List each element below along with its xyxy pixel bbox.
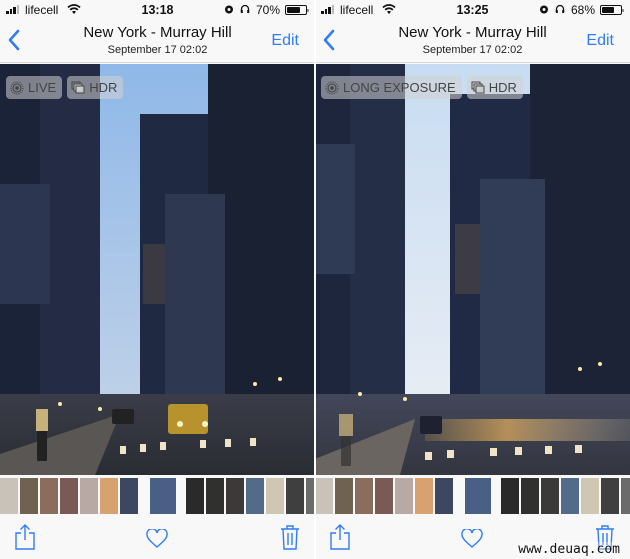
status-bar: lifecell 13:18 70% — [0, 0, 315, 20]
thumbnail-filmstrip[interactable] — [0, 475, 315, 515]
navigation-bar: New York - Murray Hill September 17 02:0… — [315, 20, 630, 63]
long-exposure-badge[interactable]: LONG EXPOSURE — [321, 76, 462, 99]
hdr-icon — [71, 81, 85, 93]
status-bar: lifecell 13:25 68% — [315, 0, 630, 20]
heart-icon[interactable] — [146, 529, 168, 549]
long-exposure-icon — [325, 81, 339, 94]
hdr-badge-label: HDR — [89, 80, 118, 95]
thumbnail[interactable] — [60, 478, 78, 514]
edit-button[interactable]: Edit — [271, 32, 299, 50]
photo-badges: LONG EXPOSURE HDR — [321, 76, 523, 99]
thumbnail[interactable] — [226, 478, 244, 514]
live-badge-label: LIVE — [28, 80, 57, 95]
thumbnail[interactable] — [186, 478, 204, 514]
thumbnail[interactable] — [621, 478, 630, 514]
photo-image[interactable] — [315, 64, 630, 475]
heart-icon[interactable] — [461, 529, 483, 549]
thumbnail[interactable] — [541, 478, 559, 514]
thumbnail[interactable] — [581, 478, 599, 514]
thumbnail[interactable] — [0, 478, 18, 514]
photo-badges: LIVE HDR — [6, 76, 124, 99]
edit-button[interactable]: Edit — [586, 32, 614, 50]
hdr-badge: HDR — [67, 76, 124, 99]
battery-icon — [285, 5, 309, 15]
thumbnail[interactable] — [246, 478, 264, 514]
hdr-badge-label: HDR — [488, 80, 517, 95]
photo-location-title: New York - Murray Hill — [83, 24, 232, 41]
thumbnail[interactable] — [20, 478, 38, 514]
thumbnail[interactable] — [315, 478, 333, 514]
alarm-icon — [540, 5, 548, 14]
alarm-icon — [225, 5, 233, 14]
live-badge[interactable]: LIVE — [6, 76, 63, 99]
hdr-icon — [471, 81, 485, 93]
long-exposure-badge-label: LONG EXPOSURE — [343, 80, 456, 95]
bottom-toolbar — [0, 515, 315, 559]
thumbnail-filmstrip[interactable] — [315, 475, 630, 515]
headphones-icon — [240, 4, 250, 13]
photo-date-subtitle: September 17 02:02 — [107, 44, 208, 56]
current-thumbnail[interactable] — [465, 478, 491, 514]
thumbnail[interactable] — [80, 478, 98, 514]
thumbnail[interactable] — [286, 478, 304, 514]
thumbnail[interactable] — [501, 478, 519, 514]
screenshot-divider — [314, 0, 316, 559]
photo-date-subtitle: September 17 02:02 — [422, 44, 523, 56]
thumbnail[interactable] — [435, 478, 453, 514]
battery-percent: 70% — [256, 3, 281, 17]
thumbnail[interactable] — [206, 478, 224, 514]
thumbnail[interactable] — [415, 478, 433, 514]
thumbnail[interactable] — [355, 478, 373, 514]
thumbnail[interactable] — [561, 478, 579, 514]
thumbnail[interactable] — [335, 478, 353, 514]
navigation-bar: New York - Murray Hill September 17 02:0… — [0, 20, 315, 63]
thumbnail[interactable] — [521, 478, 539, 514]
trash-icon[interactable] — [280, 524, 300, 550]
share-icon[interactable] — [14, 523, 36, 551]
thumbnail[interactable] — [601, 478, 619, 514]
thumbnail[interactable] — [375, 478, 393, 514]
live-photo-icon — [10, 81, 24, 94]
bottom-toolbar: www.deuaq.com — [315, 515, 630, 559]
share-icon[interactable] — [329, 523, 351, 551]
thumbnail[interactable] — [100, 478, 118, 514]
photo-location-title: New York - Murray Hill — [398, 24, 547, 41]
thumbnail[interactable] — [266, 478, 284, 514]
watermark: www.deuaq.com — [518, 542, 620, 557]
current-thumbnail[interactable] — [150, 478, 176, 514]
battery-percent: 68% — [571, 3, 596, 17]
photo-image[interactable] — [0, 64, 315, 475]
thumbnail[interactable] — [120, 478, 138, 514]
thumbnail[interactable] — [395, 478, 413, 514]
photo-viewer-screen-long-exposure: lifecell 13:25 68% New York - Murray Hil… — [315, 0, 630, 559]
hdr-badge: HDR — [466, 76, 523, 99]
photo-viewer-screen-live: lifecell 13:18 70% New York - Murray Hil… — [0, 0, 315, 559]
thumbnail[interactable] — [40, 478, 58, 514]
battery-icon — [600, 5, 624, 15]
headphones-icon — [555, 4, 565, 13]
